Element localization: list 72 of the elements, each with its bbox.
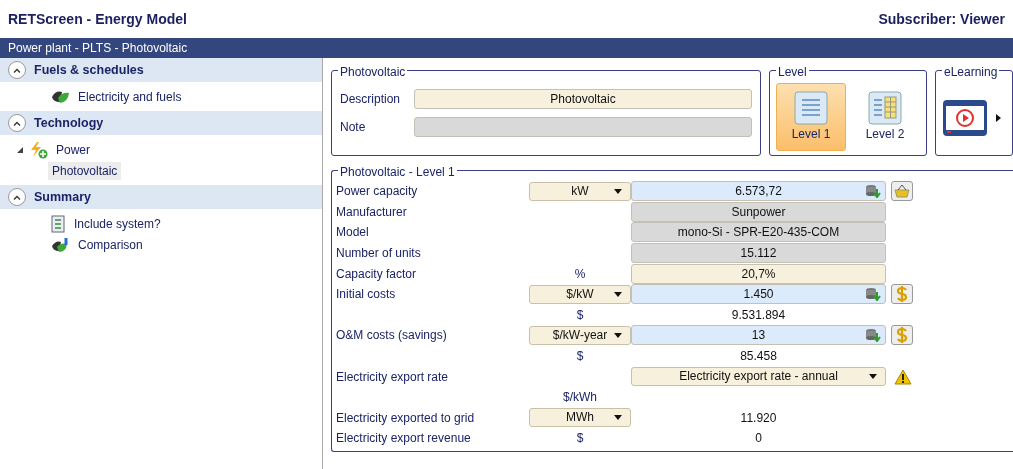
field-label: Electricity export revenue: [336, 431, 471, 446]
unit-label: $/kWh: [563, 390, 597, 405]
field-label: Number of units: [336, 246, 421, 261]
sidebar-item[interactable]: Power: [52, 140, 94, 159]
field-label: Electricity export rate: [336, 369, 449, 384]
caret-icon: [614, 332, 622, 338]
dollar-icon: [896, 327, 908, 344]
value-text: 85.458: [740, 349, 777, 364]
lightning-plus-icon: [28, 140, 48, 159]
grid-document-icon: [868, 91, 902, 125]
value-text: 0: [755, 431, 762, 446]
value-field[interactable]: 6.573,72: [631, 181, 886, 202]
breadcrumb-bar: Power plant - PLTS - Photovoltaic: [0, 38, 1013, 58]
unit-dropdown[interactable]: $/kW: [529, 284, 631, 304]
tree-toggle-icon[interactable]: [16, 145, 24, 154]
sidebar-item[interactable]: Photovoltaic: [48, 161, 122, 180]
section-title[interactable]: Summary: [34, 187, 91, 207]
sidebar-item[interactable]: Comparison: [74, 235, 147, 254]
unit-dropdown[interactable]: $/kW-year: [529, 325, 631, 345]
rate-dropdown[interactable]: Electricity export rate - annual: [631, 367, 886, 387]
field-label: Capacity factor: [336, 266, 417, 281]
field-label: Model: [336, 225, 369, 240]
caret-icon: [614, 291, 622, 297]
caret-icon: [614, 188, 622, 194]
checklist-icon: [50, 214, 66, 233]
leaf-dollar-icon: [50, 236, 70, 253]
value-text: 11.920: [740, 410, 777, 425]
expand-arrow-icon[interactable]: [996, 114, 1001, 122]
text-field[interactable]: Photovoltaic: [414, 89, 752, 109]
basket-button[interactable]: [891, 181, 913, 202]
unit-dropdown[interactable]: kW: [529, 181, 631, 201]
database-icon[interactable]: [865, 287, 881, 302]
video-play-icon[interactable]: [942, 98, 988, 138]
dollar-button[interactable]: [891, 284, 913, 305]
dollar-button[interactable]: [891, 325, 913, 346]
collapse-chevron-icon[interactable]: [8, 188, 26, 206]
sidebar-item[interactable]: Include system?: [70, 214, 165, 233]
value-field: 15.112: [631, 243, 886, 264]
caret-icon: [614, 415, 622, 421]
unit-label: $: [576, 349, 584, 364]
collapse-chevron-icon[interactable]: [8, 61, 26, 79]
dollar-icon: [896, 286, 908, 303]
field-label: Initial costs: [336, 287, 396, 302]
database-icon[interactable]: [865, 184, 881, 199]
database-icon[interactable]: [865, 328, 881, 343]
field-label: O&M costs (savings): [336, 328, 447, 343]
section-title[interactable]: Technology: [34, 113, 104, 133]
document-icon: [794, 91, 828, 125]
unit-label: $: [576, 307, 584, 322]
subscriber-label: Subscriber: Viewer: [878, 9, 1005, 29]
sidebar-item[interactable]: Electricity and fuels: [74, 87, 186, 106]
value-field[interactable]: 1.450: [631, 284, 886, 305]
value-text: 9.531.894: [731, 307, 786, 322]
field-label: Power capacity: [336, 184, 418, 199]
value-field: Sunpower: [631, 201, 886, 222]
basket-icon: [894, 184, 910, 199]
caret-icon: [869, 374, 877, 380]
unit-label: %: [574, 266, 586, 281]
level-button[interactable]: Level 1: [776, 83, 846, 151]
level-button[interactable]: Level 2: [850, 83, 920, 151]
unit-label: $: [576, 431, 584, 446]
value-field[interactable]: 20,7%: [631, 263, 886, 284]
field-label: Manufacturer: [336, 204, 407, 219]
field-label: Electricity exported to grid: [336, 410, 475, 425]
value-field: mono-Si - SPR-E20-435-COM: [631, 222, 886, 243]
warning-icon: [894, 368, 912, 385]
field-label: Note: [340, 119, 367, 136]
app-title: RETScreen - Energy Model: [8, 9, 187, 29]
field-label: Description: [340, 91, 402, 108]
collapse-chevron-icon[interactable]: [8, 114, 26, 132]
unit-dropdown[interactable]: MWh: [529, 408, 631, 428]
value-field[interactable]: 13: [631, 325, 886, 346]
